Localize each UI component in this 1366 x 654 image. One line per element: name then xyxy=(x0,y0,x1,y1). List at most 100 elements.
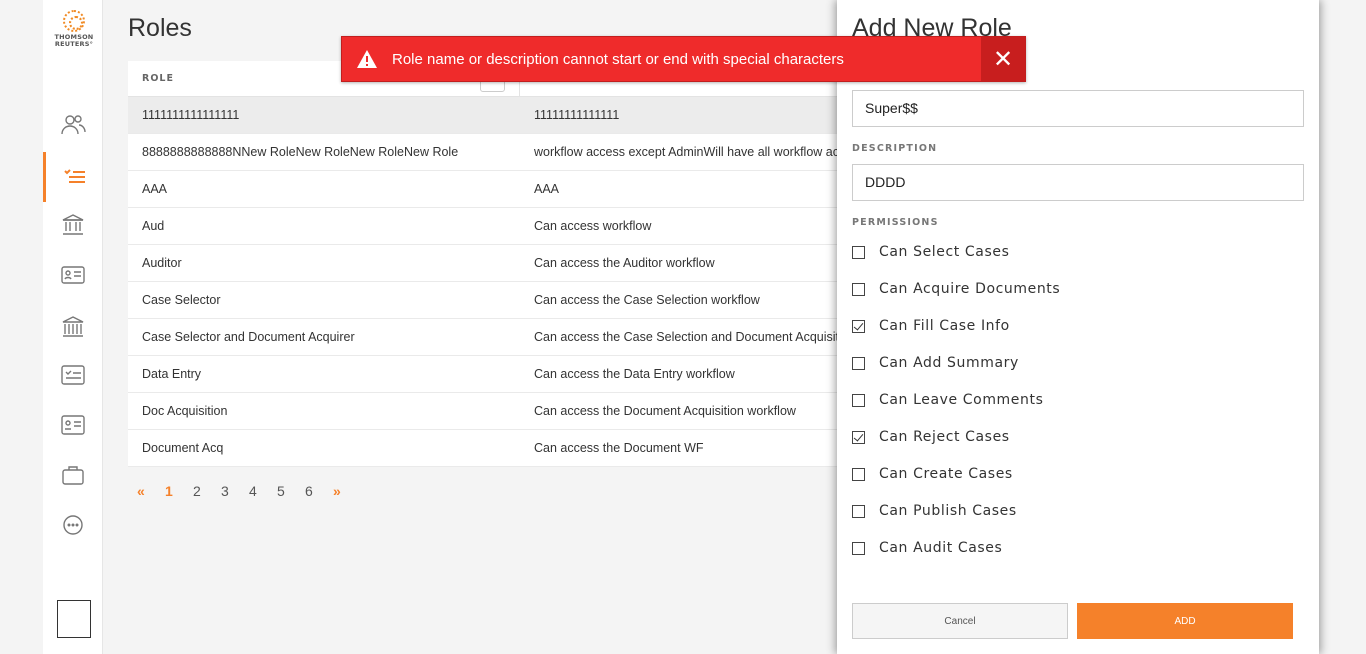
table-row[interactable]: Case Selector and Document Acquirer Can a… xyxy=(128,319,868,356)
nav-more[interactable] xyxy=(43,500,103,550)
pagination-page[interactable]: 1 xyxy=(165,483,193,499)
permission-item[interactable]: Can Select Cases xyxy=(852,242,1009,262)
permission-item[interactable]: Can Publish Cases xyxy=(852,501,1017,521)
logo-line2: REUTERS° xyxy=(54,40,94,48)
description-input[interactable]: DDDD xyxy=(852,164,1304,201)
nav-users[interactable] xyxy=(43,100,103,150)
pagination-page[interactable]: 5 xyxy=(277,483,305,499)
table-row[interactable]: Aud Can access workflow xyxy=(128,208,868,245)
page-title: Roles xyxy=(128,14,192,42)
thomson-reuters-logo: THOMSON REUTERS° xyxy=(51,10,97,54)
permission-label: Can Select Cases xyxy=(879,244,1010,260)
pagination-page[interactable]: 4 xyxy=(249,483,277,499)
permission-item[interactable]: Can Audit Cases xyxy=(852,538,1002,558)
permission-checkbox[interactable] xyxy=(852,467,865,481)
column-header-role[interactable]: ROLE xyxy=(128,73,174,84)
permission-checkbox[interactable] xyxy=(852,356,865,370)
role-name-cell: Case Selector and Document Acquirer xyxy=(142,330,355,344)
more-icon xyxy=(63,515,83,535)
permission-item[interactable]: Can Leave Comments xyxy=(852,390,1043,410)
permissions-label: PERMISSIONS xyxy=(852,217,939,228)
table-row[interactable]: AAA AAA xyxy=(128,171,868,208)
error-toast: Role name or description cannot start or… xyxy=(341,36,1026,82)
add-button[interactable]: ADD xyxy=(1077,603,1293,639)
role-description-cell: 11111111111111 xyxy=(534,108,620,122)
role-name-cell: Doc Acquisition xyxy=(142,404,228,418)
table-row[interactable]: Document Acq Can access the Document WF xyxy=(128,430,868,467)
pagination: « 1 2 3 4 5 6 » xyxy=(137,483,361,499)
permission-item[interactable]: Can Add Summary xyxy=(852,353,1019,373)
role-description-cell: Can access the Document WF xyxy=(534,441,704,455)
permission-label: Can Audit Cases xyxy=(879,540,1003,556)
toast-message: Role name or description cannot start or… xyxy=(392,50,844,68)
table-row[interactable]: Doc Acquisition Can access the Document A… xyxy=(128,393,868,430)
pagination-next[interactable]: » xyxy=(333,483,361,499)
id-card-icon xyxy=(61,266,85,284)
description-label: DESCRIPTION xyxy=(852,143,938,154)
permission-item[interactable]: Can Fill Case Info xyxy=(852,316,1010,336)
main-content: Roles ROLE 1111111111111111 1111111111111… xyxy=(103,0,868,654)
close-icon[interactable]: ✕ xyxy=(981,37,1025,81)
pagination-prev[interactable]: « xyxy=(137,483,165,499)
roles-table: ROLE 1111111111111111 11111111111111 88888… xyxy=(128,61,868,467)
role-description-cell: Can access the Case Selection workflow xyxy=(534,293,760,307)
role-name-cell: 8888888888888NNew RoleNew RoleNew RoleNe… xyxy=(142,145,459,159)
nav-roles[interactable] xyxy=(43,152,103,202)
role-description-cell: Can access the Data Entry workflow xyxy=(534,367,735,381)
table-row[interactable]: Auditor Can access the Auditor workflow xyxy=(128,245,868,282)
warning-icon xyxy=(342,49,392,69)
user-avatar-box[interactable] xyxy=(57,600,91,638)
permission-item[interactable]: Can Reject Cases xyxy=(852,427,1010,447)
pagination-page[interactable]: 3 xyxy=(221,483,249,499)
nav-tasks[interactable] xyxy=(43,350,103,400)
table-row[interactable]: Case Selector Can access the Case Selecti… xyxy=(128,282,868,319)
permission-checkbox[interactable] xyxy=(852,541,865,555)
pagination-page[interactable]: 2 xyxy=(193,483,221,499)
table-row[interactable]: Data Entry Can access the Data Entry work… xyxy=(128,356,868,393)
role-description-cell: Can access the Case Selection and Docume… xyxy=(534,330,868,344)
permission-label: Can Create Cases xyxy=(879,466,1013,482)
permission-checkbox[interactable] xyxy=(852,282,865,296)
permission-checkbox[interactable] xyxy=(852,319,865,333)
permission-item[interactable]: Can Create Cases xyxy=(852,464,1013,484)
permission-item[interactable]: Can Acquire Documents xyxy=(852,279,1060,299)
left-nav-rail: THOMSON REUTERS° xyxy=(43,0,103,654)
role-description-cell: workflow access except AdminWill have al… xyxy=(534,145,865,159)
nav-bank[interactable] xyxy=(43,302,103,352)
nav-id-cards[interactable] xyxy=(43,250,103,300)
nav-profiles[interactable] xyxy=(43,400,103,450)
permission-checkbox[interactable] xyxy=(852,245,865,259)
role-name-cell: Case Selector xyxy=(142,293,221,307)
cancel-button[interactable]: Cancel xyxy=(852,603,1068,639)
institution-icon xyxy=(62,214,84,235)
profile-card-icon xyxy=(61,415,85,435)
role-name-cell: 1111111111111111 xyxy=(142,108,240,122)
checklist-icon xyxy=(63,169,85,183)
role-name-cell: Aud xyxy=(142,219,165,233)
logo-mark-icon xyxy=(63,10,85,32)
nav-institutions[interactable] xyxy=(43,200,103,250)
permission-label: Can Leave Comments xyxy=(879,392,1044,408)
table-row[interactable]: 1111111111111111 11111111111111 xyxy=(128,97,868,134)
pagination-page[interactable]: 6 xyxy=(305,483,333,499)
users-icon xyxy=(61,115,86,135)
permission-label: Can Reject Cases xyxy=(879,429,1010,445)
add-role-panel: Add New Role Super$$ DESCRIPTION DDDD PE… xyxy=(837,0,1319,654)
role-description-cell: AAA xyxy=(534,182,560,196)
role-description-cell: Can access the Document Acquisition work… xyxy=(534,404,796,418)
role-name-cell: Data Entry xyxy=(142,367,202,381)
role-name-input[interactable]: Super$$ xyxy=(852,90,1304,127)
permission-checkbox[interactable] xyxy=(852,504,865,518)
permission-label: Can Add Summary xyxy=(879,355,1019,371)
permission-label: Can Acquire Documents xyxy=(879,281,1061,297)
permission-label: Can Publish Cases xyxy=(879,503,1017,519)
permission-label: Can Fill Case Info xyxy=(879,318,1010,334)
role-name-cell: Auditor xyxy=(142,256,182,270)
role-name-cell: AAA xyxy=(142,182,168,196)
nav-cases[interactable] xyxy=(43,450,103,500)
permission-checkbox[interactable] xyxy=(852,393,865,407)
role-description-cell: Can access the Auditor workflow xyxy=(534,256,715,270)
permission-checkbox[interactable] xyxy=(852,430,865,444)
table-row[interactable]: 8888888888888NNew RoleNew RoleNew RoleNe… xyxy=(128,134,868,171)
briefcase-icon xyxy=(62,466,84,485)
